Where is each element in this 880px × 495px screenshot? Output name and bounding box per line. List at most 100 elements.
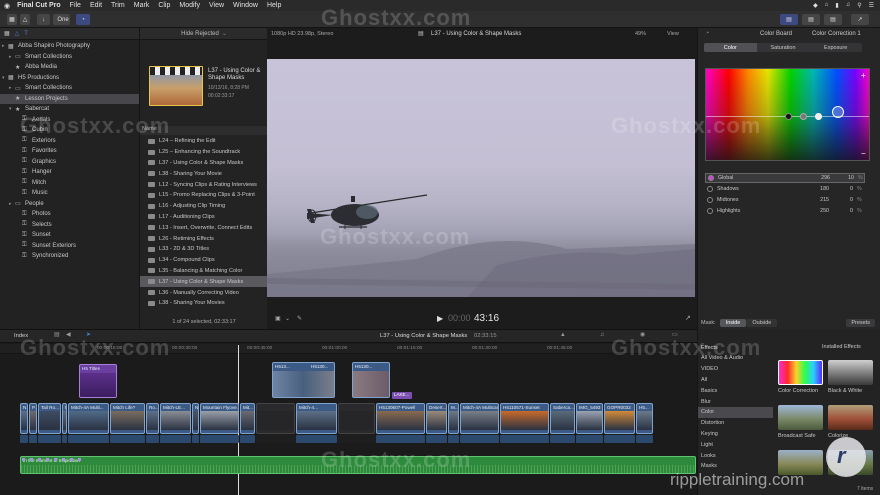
- title-clip[interactable]: H5 Titles: [79, 364, 117, 398]
- sidebar-item[interactable]: ★ Abba Media: [0, 62, 139, 73]
- tab-color[interactable]: Color: [704, 43, 757, 52]
- sidebar-item[interactable]: ⚿ Sunset: [0, 230, 139, 241]
- library-icon[interactable]: ▦: [4, 30, 10, 37]
- app-menu[interactable]: Final Cut Pro: [17, 2, 61, 9]
- highlights-puck[interactable]: [815, 113, 822, 120]
- timeline-clip[interactable]: H5130607-Powell: [376, 403, 425, 434]
- sidebar-item[interactable]: ▸ ▭ People: [0, 199, 139, 210]
- sidebar-item[interactable]: ⚿ Aerials: [0, 115, 139, 126]
- sidebar-item[interactable]: ▸ ▦ Abba Shapiro Photography: [0, 41, 139, 52]
- effect-thumbnail[interactable]: [778, 360, 823, 385]
- angle-value[interactable]: 215: [797, 197, 829, 203]
- percent-value[interactable]: 0: [829, 208, 853, 214]
- clip-appearance-icon[interactable]: ▤: [54, 332, 59, 338]
- wifi-icon[interactable]: ⌂: [825, 2, 829, 9]
- titles-icon[interactable]: T: [24, 31, 28, 37]
- timeline-clip[interactable]: Mit...: [240, 403, 255, 434]
- connected-title-clip[interactable]: LAKE...: [392, 392, 412, 399]
- timeline-clip[interactable]: Mountain Flyove...: [200, 403, 239, 434]
- timeline-clip[interactable]: Mitch-LE...: [160, 403, 191, 434]
- effect-thumbnail[interactable]: [828, 360, 873, 385]
- one-button[interactable]: One: [56, 14, 70, 25]
- photos-icon[interactable]: △: [15, 30, 20, 37]
- menu-edit[interactable]: Edit: [90, 2, 102, 9]
- list-item[interactable]: L13 - Insert, Overwrite, Connect Edits: [148, 222, 266, 233]
- menu-window[interactable]: Window: [233, 2, 258, 9]
- effects-category[interactable]: Distortion: [698, 418, 773, 429]
- background-tasks-icon[interactable]: ◔: [76, 14, 90, 25]
- timeline-clip[interactable]: Mitch Life?: [110, 403, 145, 434]
- solo-icon[interactable]: ◉: [640, 332, 645, 338]
- color-board-row[interactable]: Midtones 215 0%: [705, 195, 865, 205]
- timeline-clip[interactable]: [338, 403, 375, 434]
- menu-file[interactable]: File: [70, 2, 81, 9]
- timeline-clip[interactable]: N...: [192, 403, 199, 434]
- list-item[interactable]: L15 - Promo Replacing Clips & 3-Point: [148, 190, 266, 201]
- percent-value[interactable]: 10: [830, 175, 854, 181]
- browser-layout-icon[interactable]: ▤: [780, 14, 798, 25]
- list-item[interactable]: L33 - 2D & 3D Titles: [148, 244, 266, 255]
- photos-toggle-icon[interactable]: △: [20, 14, 30, 25]
- timeline-clip[interactable]: N...: [62, 403, 67, 434]
- list-item[interactable]: L37 - Using Color & Shape Masks: [148, 158, 266, 169]
- color-board-row[interactable]: Shadows 180 0%: [705, 184, 865, 194]
- sidebar-item[interactable]: ⚿ Sunset Exteriors: [0, 241, 139, 252]
- select-tool-icon[interactable]: ➤: [86, 332, 91, 338]
- menu-trim[interactable]: Trim: [111, 2, 125, 9]
- sidebar-item[interactable]: ▾ ▦ H5 Productions: [0, 73, 139, 84]
- sidebar-item[interactable]: ⚿ Hanger: [0, 167, 139, 178]
- timeline-clip[interactable]: N...: [20, 403, 28, 434]
- timeline-clip[interactable]: IMG_5493: [576, 403, 603, 434]
- timeline-layout-icon[interactable]: ▤: [802, 14, 820, 25]
- timeline-clip[interactable]: GOPR0032: [604, 403, 635, 434]
- sidebar-item[interactable]: ▸ ▭ Smart Collections: [0, 83, 139, 94]
- mask-outside-button[interactable]: Outside: [746, 318, 778, 327]
- back-arrow-icon[interactable]: ◀: [66, 332, 70, 338]
- sidebar-item[interactable]: ▸ ▭ Smart Collections: [0, 52, 139, 63]
- clip-thumbnail[interactable]: [149, 66, 203, 106]
- effects-category[interactable]: Basics: [698, 385, 773, 396]
- list-icon[interactable]: ☰: [869, 2, 874, 9]
- effects-category[interactable]: Color: [698, 407, 773, 418]
- fullscreen-icon[interactable]: ↗: [685, 314, 691, 322]
- timecode-display[interactable]: 43:16: [474, 313, 499, 324]
- effects-category[interactable]: Looks: [698, 450, 773, 461]
- chevron-down-icon[interactable]: ⌄: [285, 315, 290, 322]
- menu-modify[interactable]: Modify: [179, 2, 200, 9]
- play-icon[interactable]: ▶: [437, 314, 443, 323]
- installed-effects-popup[interactable]: Installed Effects: [822, 344, 861, 350]
- menu-clip[interactable]: Clip: [158, 2, 170, 9]
- search-icon[interactable]: ⚲: [857, 2, 861, 9]
- timeline-clip[interactable]: Mitch-4...: [296, 403, 337, 434]
- volume-icon[interactable]: ♫: [846, 2, 851, 9]
- sidebar-item[interactable]: ⚿ Exteriors: [0, 136, 139, 147]
- battery-icon[interactable]: ▮: [835, 2, 838, 9]
- connected-clip[interactable]: H513... H5130...: [272, 362, 335, 398]
- angle-value[interactable]: 250: [797, 208, 829, 214]
- percent-value[interactable]: 0: [829, 197, 853, 203]
- timeline-clip[interactable]: H5110571-Sunset: [500, 403, 549, 434]
- global-puck[interactable]: [832, 106, 844, 118]
- back-icon[interactable]: ◔: [705, 30, 709, 37]
- enhance-icon[interactable]: ✎: [297, 315, 302, 322]
- menu-help[interactable]: Help: [267, 2, 281, 9]
- effects-category[interactable]: Blur: [698, 396, 773, 407]
- snapping-icon[interactable]: ▭: [672, 332, 677, 338]
- zoom-popup[interactable]: 49%: [635, 31, 646, 37]
- effect-thumbnail[interactable]: [828, 405, 873, 430]
- skimming-icon[interactable]: ▲: [560, 332, 566, 338]
- effect-thumbnail[interactable]: [778, 405, 823, 430]
- timeline-clip[interactable]: [256, 403, 295, 434]
- list-item[interactable]: L34 - Compound Clips: [148, 255, 266, 266]
- menu-mark[interactable]: Mark: [134, 2, 150, 9]
- effect-thumbnail[interactable]: [778, 450, 823, 475]
- share-icon[interactable]: ↗: [851, 14, 869, 25]
- sidebar-item[interactable]: ⚿ Favorites: [0, 146, 139, 157]
- timeline-clip[interactable]: Ro...: [146, 403, 159, 434]
- timeline-ruler[interactable]: 00:00:15:00 00:00:30:00 00:00:45:00 00:0…: [0, 344, 697, 354]
- timeline-clip[interactable]: P...: [29, 403, 37, 434]
- view-popup[interactable]: View: [667, 31, 679, 37]
- midtones-puck[interactable]: [800, 113, 807, 120]
- sidebar-item[interactable]: ⚿ Cubin: [0, 125, 139, 136]
- timeline-clip[interactable]: Saberca...: [550, 403, 575, 434]
